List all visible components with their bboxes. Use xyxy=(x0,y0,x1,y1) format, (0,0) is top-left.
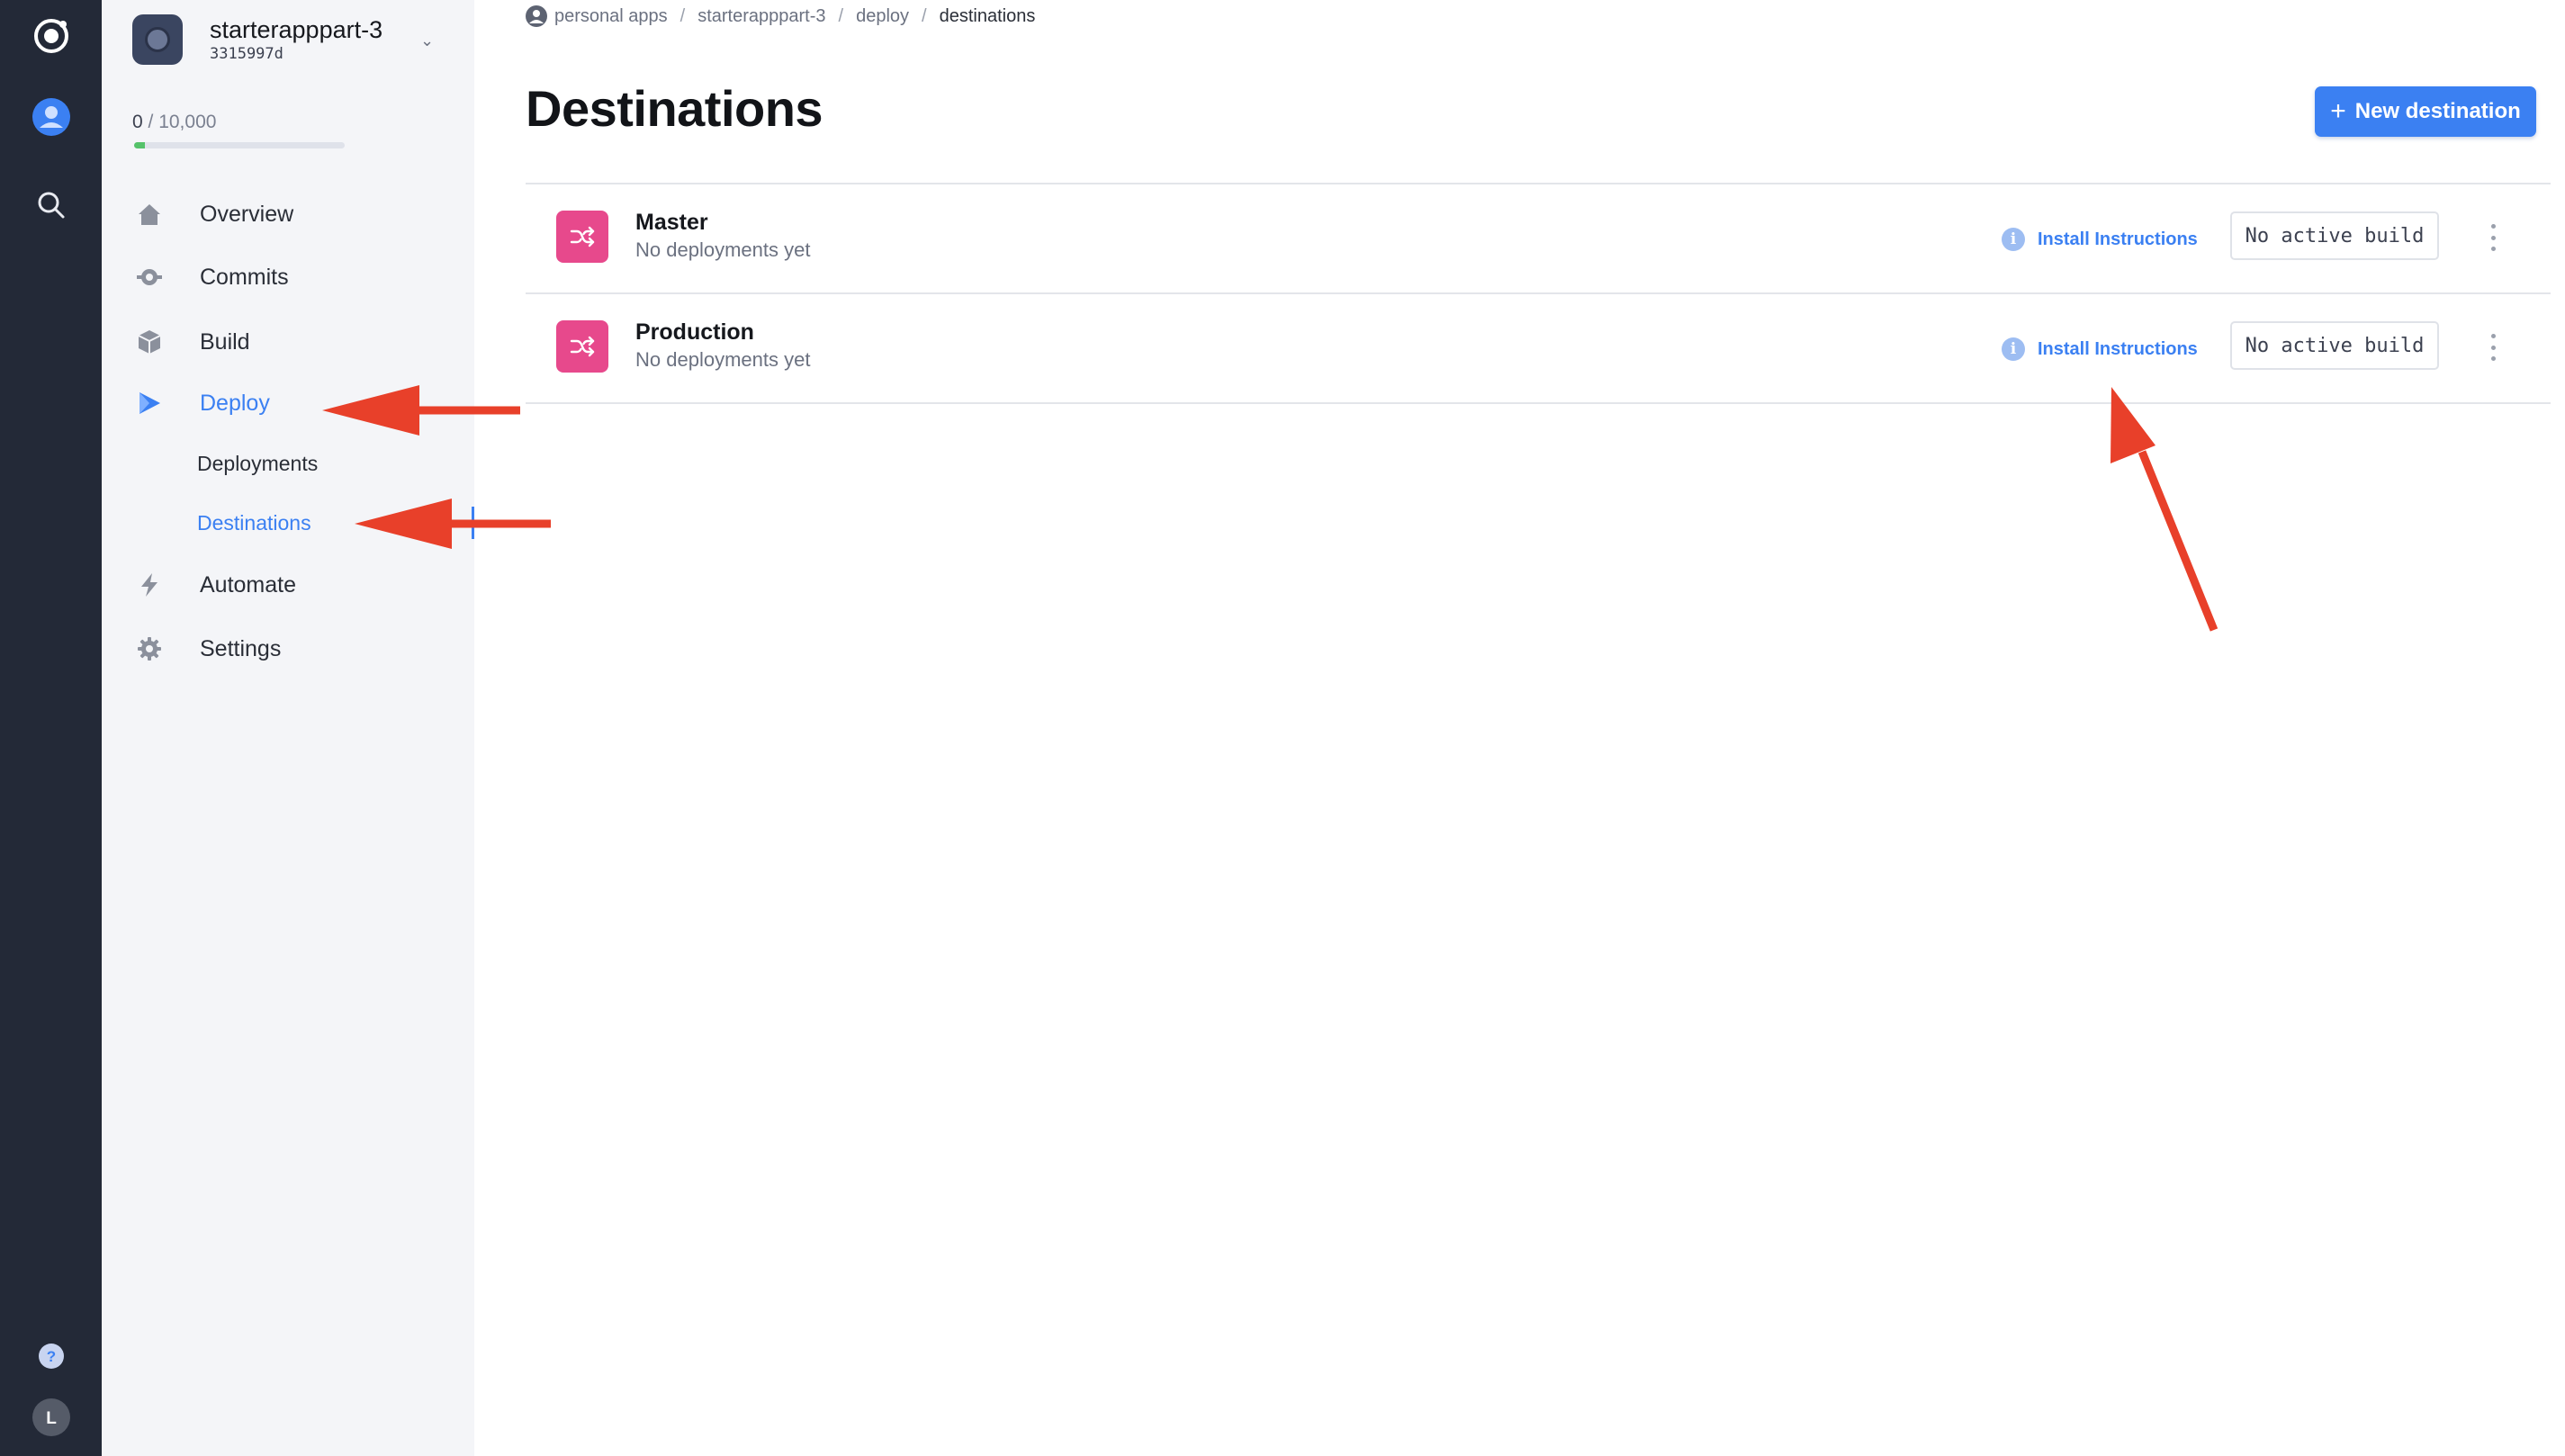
install-instructions-label: Install Instructions xyxy=(2038,229,2198,249)
shuffle-icon xyxy=(556,211,608,263)
usage-used: 0 xyxy=(132,112,143,132)
nav-label-overview: Overview xyxy=(200,201,294,227)
nav-subitem-deployments[interactable]: Deployments xyxy=(197,452,318,476)
ionic-logo-icon[interactable] xyxy=(0,16,102,56)
page-title: Destinations xyxy=(526,80,824,137)
breadcrumb-deploy[interactable]: deploy xyxy=(856,6,909,27)
nav-item-settings[interactable]: Settings xyxy=(136,631,281,667)
usage-total: 10,000 xyxy=(158,112,217,132)
destinations-list: Master No deployments yet i Install Inst… xyxy=(526,183,2551,404)
annotation-arrow-install xyxy=(2110,387,2218,632)
destination-name: Production xyxy=(635,319,754,345)
destination-status: No deployments yet xyxy=(635,238,811,261)
active-build-select[interactable]: No active build xyxy=(2230,211,2439,260)
usage-progress-bar xyxy=(134,142,345,148)
destination-name: Master xyxy=(635,210,708,235)
shuffle-icon xyxy=(556,320,608,373)
nav-label-commits: Commits xyxy=(200,264,289,290)
nav-label-deploy: Deploy xyxy=(200,390,270,416)
breadcrumb: personal apps / starterapppart-3 / deplo… xyxy=(526,5,1035,27)
more-options-icon[interactable] xyxy=(2484,334,2502,361)
nav-item-automate[interactable]: Automate xyxy=(136,567,296,603)
breadcrumb-personal-apps[interactable]: personal apps xyxy=(554,6,668,27)
lightning-icon xyxy=(136,571,163,598)
breadcrumb-separator: / xyxy=(922,5,927,26)
commit-icon xyxy=(136,264,163,291)
install-instructions-link[interactable]: i Install Instructions xyxy=(2002,228,2198,251)
profile-icon[interactable]: L xyxy=(0,1398,102,1437)
icon-rail: ? L xyxy=(0,0,102,1456)
app-switcher[interactable]: starterapppart-3 3315997d xyxy=(132,14,382,65)
nav-item-deploy[interactable]: Deploy xyxy=(136,385,270,421)
app-side-panel: starterapppart-3 3315997d ⌄ 0 / 10,000 O… xyxy=(102,0,474,1456)
breadcrumb-separator: / xyxy=(680,5,686,26)
nav-item-overview[interactable]: Overview xyxy=(136,196,293,232)
destination-row-master[interactable]: Master No deployments yet i Install Inst… xyxy=(526,184,2551,294)
install-instructions-link[interactable]: i Install Instructions xyxy=(2002,337,2198,361)
new-destination-button[interactable]: + New destination xyxy=(2315,86,2536,137)
chevron-down-icon[interactable]: ⌄ xyxy=(420,31,434,50)
active-subitem-marker xyxy=(472,507,474,539)
user-avatar-icon[interactable] xyxy=(0,97,102,137)
app-name: starterapppart-3 xyxy=(210,16,383,43)
breadcrumb-app[interactable]: starterapppart-3 xyxy=(698,6,825,27)
cube-icon xyxy=(136,328,163,355)
nav-label-settings: Settings xyxy=(200,635,282,661)
breadcrumb-separator: / xyxy=(838,5,844,26)
profile-initial: L xyxy=(46,1409,57,1428)
install-instructions-label: Install Instructions xyxy=(2038,338,2198,359)
nav-item-build[interactable]: Build xyxy=(136,324,250,360)
app-avatar xyxy=(132,14,183,65)
usage-counter: 0 / 10,000 xyxy=(132,112,217,132)
search-icon[interactable] xyxy=(0,189,102,221)
breadcrumb-current: destinations xyxy=(939,5,1036,26)
personal-apps-icon xyxy=(526,5,547,27)
deploy-icon xyxy=(136,390,163,417)
nav-label-automate: Automate xyxy=(200,571,297,598)
gear-icon xyxy=(136,635,163,662)
help-glyph: ? xyxy=(46,1348,55,1365)
plus-icon: + xyxy=(2330,96,2346,126)
home-icon xyxy=(136,201,163,228)
nav-subitem-destinations[interactable]: Destinations xyxy=(197,511,311,535)
active-build-select[interactable]: No active build xyxy=(2230,321,2439,370)
more-options-icon[interactable] xyxy=(2484,224,2502,251)
nav-label-build: Build xyxy=(200,328,250,355)
usage-progress-fill xyxy=(134,142,145,148)
nav-item-commits[interactable]: Commits xyxy=(136,259,289,295)
help-icon[interactable]: ? xyxy=(0,1343,102,1370)
destination-status: No deployments yet xyxy=(635,348,811,371)
info-icon: i xyxy=(2002,337,2025,361)
app-id: 3315997d xyxy=(210,45,284,63)
destination-row-production[interactable]: Production No deployments yet i Install … xyxy=(526,294,2551,404)
new-destination-label: New destination xyxy=(2354,99,2521,123)
info-icon: i xyxy=(2002,228,2025,251)
